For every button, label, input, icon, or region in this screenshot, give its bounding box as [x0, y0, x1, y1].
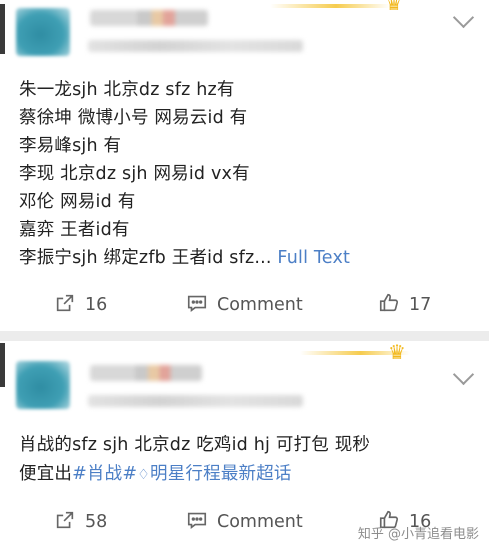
share-button[interactable]: 16: [54, 290, 107, 320]
post-line: 朱一龙sjh 北京dz sfz hz有: [19, 80, 235, 100]
post-line: 李现 北京dz sjh 网易id vx有: [19, 164, 250, 184]
share-button[interactable]: 58: [54, 507, 107, 537]
left-accent-bar: [0, 4, 5, 54]
share-icon: [54, 292, 76, 319]
avatar[interactable]: [16, 361, 70, 409]
username-blurred[interactable]: [90, 365, 202, 381]
diamond-icon: ♢: [137, 467, 151, 483]
username-blurred[interactable]: [90, 10, 208, 26]
decoration-streak: [270, 4, 390, 8]
post-line-text: 便宜出: [19, 464, 73, 484]
post-line-text: 李振宁sjh 绑定zfb 王者id sfz...: [19, 248, 272, 268]
action-bar: 16 Comment 17: [0, 290, 489, 320]
chevron-down-icon[interactable]: [452, 6, 475, 29]
post-card: ♛ 朱一龙sjh 北京dz sfz hz有 蔡徐坤 微博小号 网易云id 有 李…: [0, 0, 489, 331]
post-line: 蔡徐坤 微博小号 网易云id 有: [19, 108, 248, 128]
post-line-last: 李振宁sjh 绑定zfb 王者id sfz... Full Text: [19, 244, 475, 272]
chevron-down-icon[interactable]: [452, 363, 475, 386]
like-button[interactable]: 17: [378, 290, 431, 320]
supertopic-link[interactable]: ♢明星行程最新超话: [137, 464, 291, 484]
share-icon: [54, 509, 76, 536]
comment-button[interactable]: Comment: [186, 507, 303, 537]
avatar[interactable]: [16, 8, 70, 56]
post-line: 嘉弈 王者id有: [19, 220, 130, 240]
like-icon: [378, 292, 400, 319]
crown-icon: ♛: [388, 341, 406, 364]
comment-icon: [186, 292, 208, 319]
supertopic-label: 明星行程最新超话: [150, 464, 292, 484]
comment-label: Comment: [217, 295, 303, 315]
post-line: 肖战的sfz sjh 北京dz 吃鸡id hj 可打包 现秒: [19, 435, 371, 455]
hashtag-link[interactable]: #肖战#: [72, 464, 137, 484]
like-count: 17: [409, 295, 432, 315]
post-line: 李易峰sjh 有: [19, 136, 122, 156]
post-line: 便宜出#肖战#♢明星行程最新超话: [19, 460, 475, 490]
crown-icon: ♛: [385, 0, 403, 15]
left-accent-bar: [0, 343, 5, 387]
post-meta-blurred: [88, 395, 303, 407]
post-line: 邓伦 网易id 有: [19, 192, 136, 212]
comment-icon: [186, 509, 208, 536]
share-count: 58: [85, 512, 108, 532]
post-text: 朱一龙sjh 北京dz sfz hz有 蔡徐坤 微博小号 网易云id 有 李易峰…: [19, 76, 475, 272]
post-card: ♛ 肖战的sfz sjh 北京dz 吃鸡id hj 可打包 现秒 便宜出#肖战#…: [0, 341, 489, 550]
post-text: 肖战的sfz sjh 北京dz 吃鸡id hj 可打包 现秒 便宜出#肖战#♢明…: [19, 431, 475, 490]
comment-label: Comment: [217, 512, 303, 532]
post-meta-blurred: [88, 40, 303, 52]
watermark: 知乎 @小青追看电影: [357, 527, 479, 542]
comment-button[interactable]: Comment: [186, 290, 303, 320]
share-count: 16: [85, 295, 108, 315]
full-text-link[interactable]: Full Text: [277, 248, 350, 268]
